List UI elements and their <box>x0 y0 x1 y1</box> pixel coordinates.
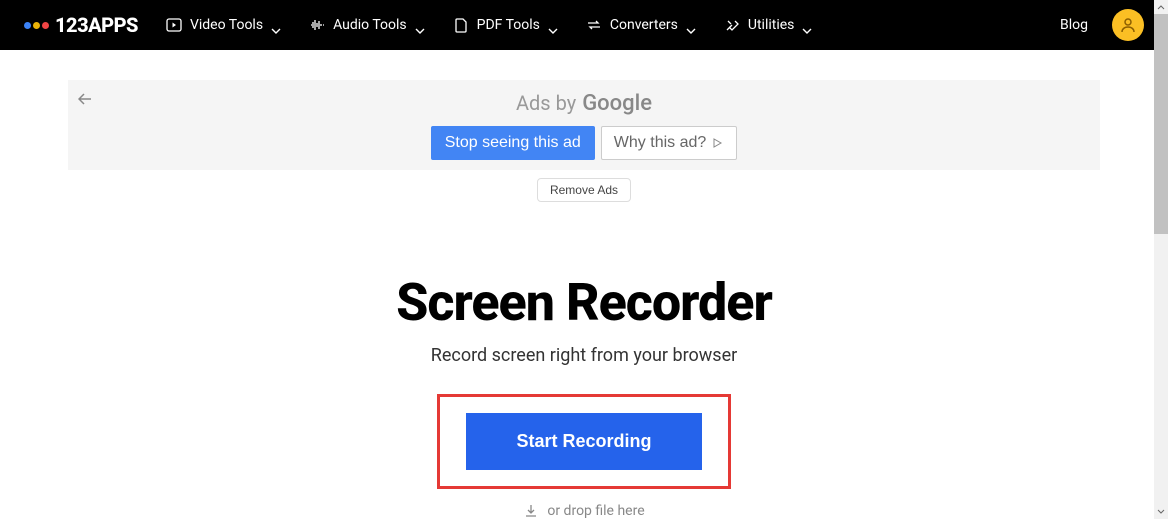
drop-hint-text: or drop file here <box>547 503 644 519</box>
blog-link[interactable]: Blog <box>1060 17 1088 33</box>
nav-utilities[interactable]: Utilities <box>724 17 813 33</box>
ads-by-label: Ads by Google <box>516 91 652 116</box>
nav-label: Audio Tools <box>333 17 407 33</box>
chevron-down-icon <box>271 22 281 28</box>
scroll-up-arrow-icon[interactable] <box>1154 0 1168 14</box>
chevron-down-icon <box>548 22 558 28</box>
scroll-down-arrow-icon[interactable] <box>1154 505 1168 519</box>
logo-text: 123APPS <box>55 13 138 37</box>
logo-dots-icon <box>24 22 49 29</box>
nav-label: Converters <box>610 17 678 33</box>
ads-by-text: Ads by <box>516 91 576 115</box>
scrollbar[interactable] <box>1154 0 1168 519</box>
why-this-ad-button[interactable]: Why this ad? <box>601 126 737 160</box>
nav-pdf-tools[interactable]: PDF Tools <box>453 17 558 33</box>
play-icon <box>166 17 182 33</box>
adchoices-icon <box>712 137 724 149</box>
main-content: Screen Recorder Record screen right from… <box>0 272 1168 519</box>
ad-buttons: Stop seeing this ad Why this ad? <box>431 126 738 160</box>
page-subtitle: Record screen right from your browser <box>0 345 1168 366</box>
remove-ads-button[interactable]: Remove Ads <box>537 178 631 202</box>
drop-file-hint[interactable]: or drop file here <box>0 503 1168 519</box>
user-icon <box>1119 16 1137 34</box>
audio-wave-icon <box>309 17 325 33</box>
nav-audio-tools[interactable]: Audio Tools <box>309 17 425 33</box>
why-ad-label: Why this ad? <box>614 134 706 152</box>
start-recording-button[interactable]: Start Recording <box>466 413 701 470</box>
highlight-box: Start Recording <box>437 394 730 489</box>
page-title: Screen Recorder <box>0 272 1168 333</box>
nav-converters[interactable]: Converters <box>586 17 696 33</box>
scrollbar-thumb[interactable] <box>1154 14 1168 234</box>
google-logo-text: Google <box>582 91 652 116</box>
header: 123APPS Video Tools Audio Tools PDF <box>0 0 1168 50</box>
tools-icon <box>724 17 740 33</box>
back-arrow-icon[interactable] <box>78 90 92 109</box>
avatar[interactable] <box>1112 9 1144 41</box>
stop-seeing-ad-button[interactable]: Stop seeing this ad <box>431 126 595 160</box>
chevron-down-icon <box>415 22 425 28</box>
ad-banner: Ads by Google Stop seeing this ad Why th… <box>68 80 1100 170</box>
chevron-down-icon <box>686 22 696 28</box>
header-right: Blog <box>1060 9 1144 41</box>
nav-label: Utilities <box>748 17 795 33</box>
nav-label: Video Tools <box>190 17 263 33</box>
logo[interactable]: 123APPS <box>24 13 138 37</box>
convert-icon <box>586 17 602 33</box>
document-icon <box>453 17 469 33</box>
nav-video-tools[interactable]: Video Tools <box>166 17 281 33</box>
nav: Video Tools Audio Tools PDF Tools <box>166 17 812 33</box>
chevron-down-icon <box>802 22 812 28</box>
nav-label: PDF Tools <box>477 17 540 33</box>
download-icon <box>523 503 539 519</box>
